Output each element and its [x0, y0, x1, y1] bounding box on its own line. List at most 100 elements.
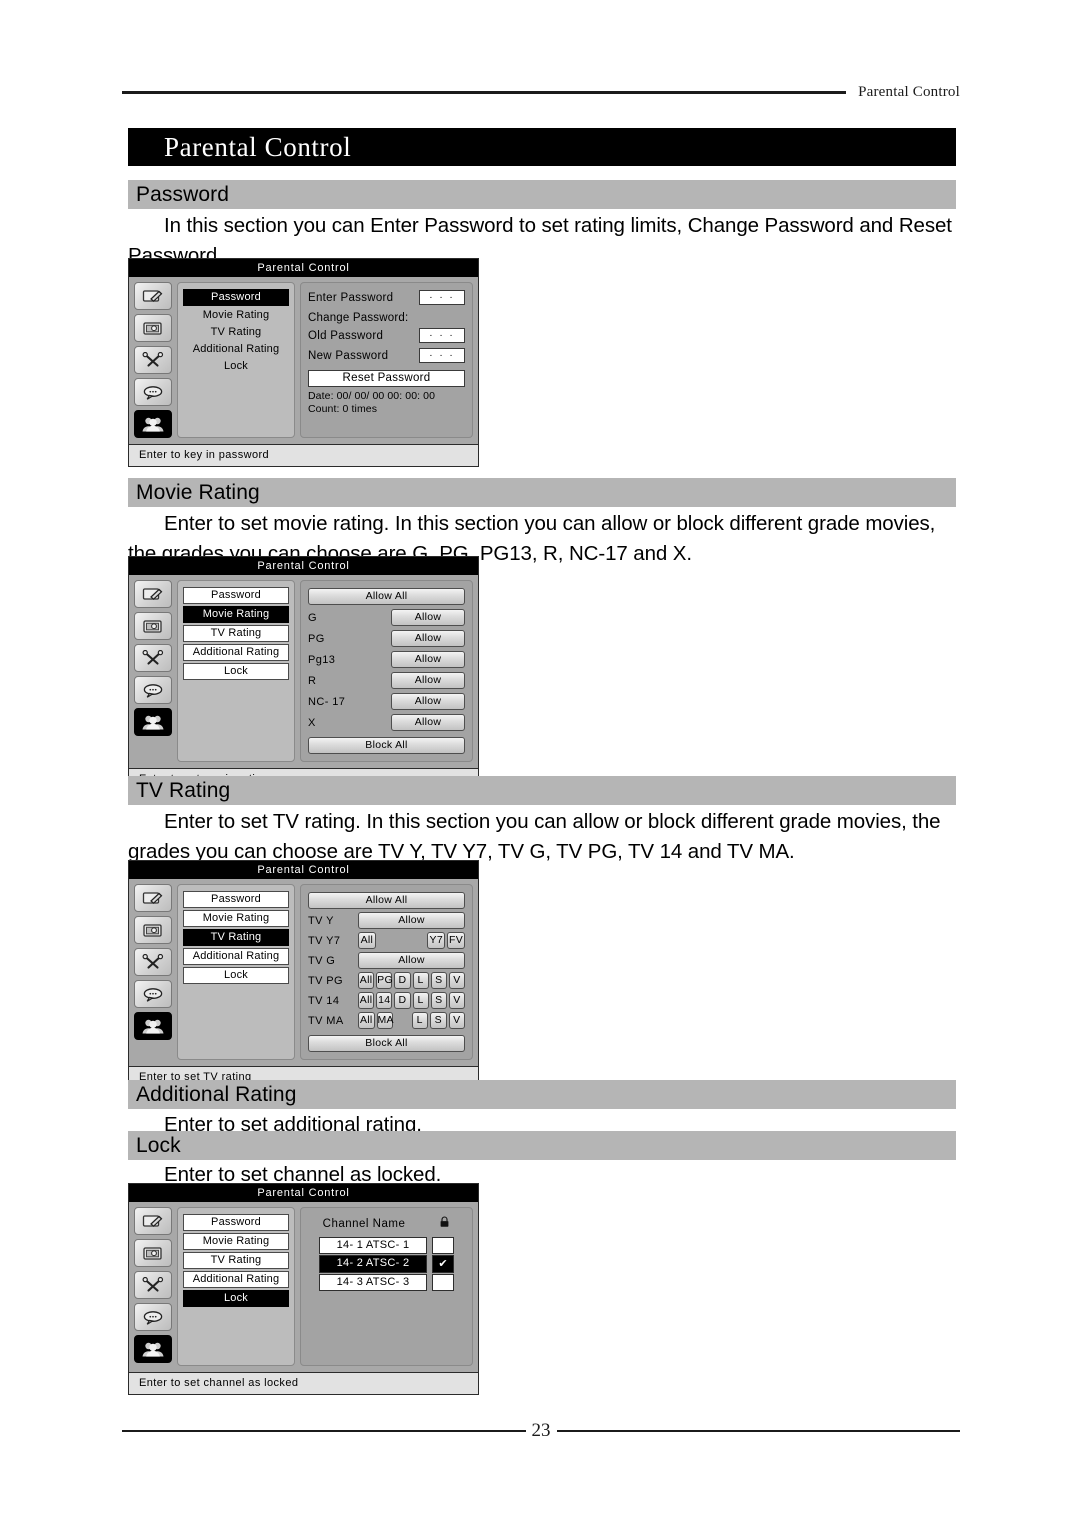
osd-menu-item-tv-rating[interactable]: TV Rating — [183, 625, 289, 642]
picture-screen-icon[interactable] — [134, 612, 172, 640]
picture-screen-icon[interactable] — [134, 1239, 172, 1267]
tv-cell-spacer — [395, 1019, 410, 1022]
tools-icon[interactable] — [134, 948, 172, 976]
allow-all-button[interactable]: Allow All — [308, 892, 465, 909]
tv-cell-fv[interactable]: FV — [447, 932, 465, 949]
osd-menu-item-lock[interactable]: Lock — [183, 967, 289, 984]
tv-rating-row: TV MA All MA L S V — [308, 1012, 465, 1029]
picture-screen-icon[interactable] — [134, 314, 172, 342]
osd-menu-item-tv-rating[interactable]: TV Rating — [183, 325, 289, 340]
rating-state-button[interactable]: Allow — [391, 609, 465, 626]
new-password-field[interactable]: · · · — [419, 348, 465, 363]
tv-rating-cells: All PG D L S V — [358, 972, 466, 989]
allow-all-button[interactable]: Allow All — [308, 588, 465, 605]
tv-rating-cells: All Y7 FV — [358, 932, 465, 949]
tv-cell-s[interactable]: S — [430, 972, 447, 989]
osd-menu-item-additional-rating[interactable]: Additional Rating — [183, 644, 289, 661]
channel-lock-checkbox[interactable] — [432, 1237, 454, 1254]
osd-menu-item-movie-rating[interactable]: Movie Rating — [183, 308, 289, 323]
edit-screen-icon[interactable] — [134, 580, 172, 608]
tv-cell-14[interactable]: 14 — [376, 992, 393, 1009]
tv-cell-l[interactable]: L — [411, 1012, 428, 1029]
osd-menu-item-additional-rating[interactable]: Additional Rating — [183, 948, 289, 965]
channel-name-cell[interactable]: 14- 3 ATSC- 3 — [319, 1274, 427, 1291]
osd-menu-item-lock[interactable]: Lock — [183, 663, 289, 680]
osd-menu-item-additional-rating[interactable]: Additional Rating — [183, 342, 289, 357]
tv-cell-s[interactable]: S — [430, 1012, 447, 1029]
osd-menu-item-password[interactable]: Password — [183, 587, 289, 604]
channel-name-cell[interactable]: 14- 2 ATSC- 2 — [319, 1255, 427, 1273]
tv-rating-label: TV PG — [308, 974, 344, 987]
tv-cell-ma[interactable]: MA — [376, 1012, 394, 1029]
tv-cell-d[interactable]: D — [394, 972, 411, 989]
footer-rule-right — [556, 1430, 960, 1432]
osd-menu-item-movie-rating[interactable]: Movie Rating — [183, 1233, 289, 1250]
tv-cell-allow[interactable]: Allow — [358, 952, 465, 969]
speech-bubble-icon[interactable] — [134, 676, 172, 704]
osd-menu-item-lock[interactable]: Lock — [183, 1290, 289, 1307]
edit-screen-icon[interactable] — [134, 282, 172, 310]
edit-screen-icon[interactable] — [134, 1207, 172, 1235]
osd-menu-item-password[interactable]: Password — [183, 289, 289, 306]
people-icon[interactable] — [134, 1012, 172, 1040]
people-icon[interactable] — [134, 708, 172, 736]
channel-name-cell[interactable]: 14- 1 ATSC- 1 — [319, 1237, 427, 1254]
tv-cell-y7[interactable]: Y7 — [427, 932, 446, 949]
osd-tv-rating-panel: Allow All TV Y Allow TV Y7 All Y7 FV TV … — [300, 884, 473, 1060]
tv-cell-l[interactable]: L — [412, 992, 429, 1009]
tv-cell-all[interactable]: All — [358, 932, 376, 949]
tv-cell-d[interactable]: D — [394, 992, 411, 1009]
enter-password-row: Enter Password · · · — [308, 290, 465, 305]
channel-row: 14- 3 ATSC- 3 — [308, 1274, 465, 1291]
reset-password-button[interactable]: Reset Password — [308, 370, 465, 387]
movie-rating-row: NC- 17 Allow — [308, 693, 465, 710]
enter-password-field[interactable]: · · · — [419, 290, 465, 305]
tv-cell-all[interactable]: All — [358, 972, 375, 989]
tools-icon[interactable] — [134, 1271, 172, 1299]
osd-window: Parental Control Password Movie Rating T… — [128, 556, 479, 769]
tv-cell-l[interactable]: L — [412, 972, 429, 989]
speech-bubble-icon[interactable] — [134, 378, 172, 406]
tv-cell-pg[interactable]: PG — [376, 972, 393, 989]
osd-window: Parental Control Password Movie Rating T… — [128, 1183, 479, 1373]
document-page: Parental Control Parental Control Passwo… — [0, 0, 1080, 1514]
channel-lock-checkbox[interactable] — [432, 1274, 454, 1291]
tv-cell-v[interactable]: V — [448, 972, 466, 989]
tv-cell-spacer — [378, 939, 426, 942]
section-heading-tv-rating-label: TV Rating — [136, 778, 231, 802]
edit-screen-icon[interactable] — [134, 884, 172, 912]
speech-bubble-icon[interactable] — [134, 980, 172, 1008]
tv-rating-label: TV Y — [308, 914, 334, 927]
tv-cell-v[interactable]: V — [448, 992, 466, 1009]
tv-cell-allow[interactable]: Allow — [358, 912, 465, 929]
picture-screen-icon[interactable] — [134, 916, 172, 944]
speech-bubble-icon[interactable] — [134, 1303, 172, 1331]
tools-icon[interactable] — [134, 346, 172, 374]
tv-cell-v[interactable]: V — [448, 1012, 465, 1029]
rating-state-button[interactable]: Allow — [391, 630, 465, 647]
channel-row: 14- 1 ATSC- 1 — [308, 1237, 465, 1254]
osd-status-bar: Enter to key in password — [128, 445, 479, 467]
tools-icon[interactable] — [134, 644, 172, 672]
block-all-button[interactable]: Block All — [308, 1035, 465, 1052]
rating-state-button[interactable]: Allow — [391, 672, 465, 689]
osd-menu-item-tv-rating[interactable]: TV Rating — [183, 929, 289, 946]
rating-state-button[interactable]: Allow — [391, 693, 465, 710]
tv-cell-all[interactable]: All — [358, 1012, 375, 1029]
block-all-button[interactable]: Block All — [308, 737, 465, 754]
old-password-field[interactable]: · · · — [419, 328, 465, 343]
osd-menu-item-tv-rating[interactable]: TV Rating — [183, 1252, 289, 1269]
rating-state-button[interactable]: Allow — [391, 651, 465, 668]
osd-menu-item-additional-rating[interactable]: Additional Rating — [183, 1271, 289, 1288]
osd-menu-item-password[interactable]: Password — [183, 1214, 289, 1231]
osd-menu-item-movie-rating[interactable]: Movie Rating — [183, 606, 289, 623]
osd-menu-item-lock[interactable]: Lock — [183, 359, 289, 374]
osd-menu-item-movie-rating[interactable]: Movie Rating — [183, 910, 289, 927]
tv-cell-all[interactable]: All — [358, 992, 375, 1009]
tv-cell-s[interactable]: S — [430, 992, 447, 1009]
channel-lock-checkbox[interactable]: ✔ — [432, 1255, 454, 1273]
people-icon[interactable] — [134, 410, 172, 438]
people-icon[interactable] — [134, 1335, 172, 1363]
rating-state-button[interactable]: Allow — [391, 714, 465, 731]
osd-menu-item-password[interactable]: Password — [183, 891, 289, 908]
